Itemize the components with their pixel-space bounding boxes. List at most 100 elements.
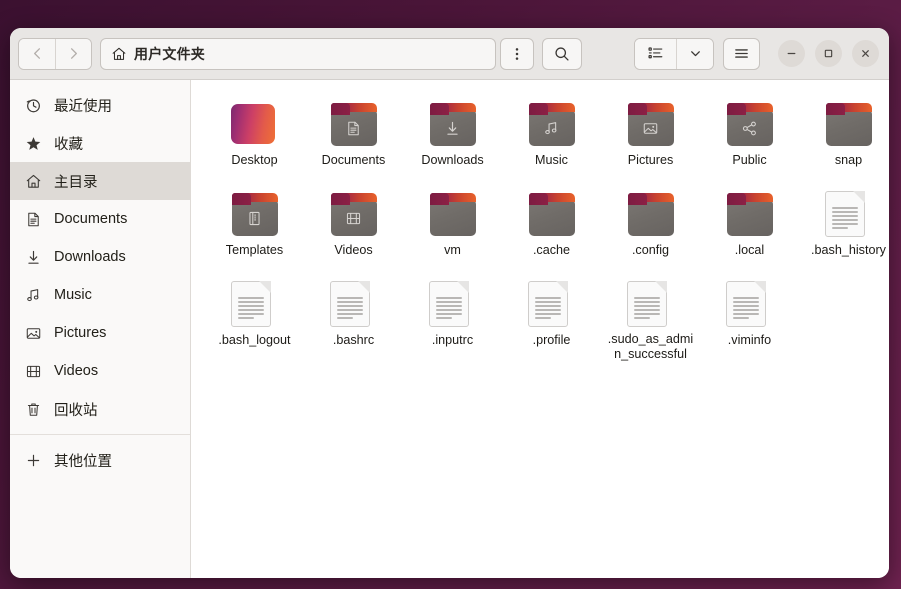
file-icon	[527, 280, 576, 328]
file-icon	[824, 190, 873, 238]
chevron-left-icon	[33, 48, 40, 59]
file-icon	[429, 100, 477, 148]
file-name: .config	[631, 243, 670, 257]
desktop-folder-icon	[230, 104, 275, 144]
file-item[interactable]: .viminfo	[700, 274, 799, 364]
folder-icon	[429, 193, 477, 237]
text-file-icon	[824, 191, 865, 237]
sidebar-item-label: Downloads	[54, 249, 126, 265]
file-icon	[726, 100, 774, 148]
text-file-icon	[428, 281, 469, 327]
sidebar-item-downloads[interactable]: Downloads	[10, 238, 190, 276]
file-item[interactable]: snap	[799, 94, 889, 184]
file-item[interactable]: Desktop	[205, 94, 304, 184]
path-label: 用户文件夹	[134, 45, 205, 62]
file-name: .bash_history	[811, 243, 886, 257]
file-name: .profile	[532, 333, 571, 347]
download-icon	[24, 248, 42, 266]
sidebar-item-收藏[interactable]: 收藏	[10, 124, 190, 162]
home-icon	[24, 172, 42, 190]
path-bar[interactable]: 用户文件夹	[100, 37, 496, 70]
text-file-icon	[527, 281, 568, 327]
file-item[interactable]: Music	[502, 94, 601, 184]
file-item[interactable]: .config	[601, 184, 700, 274]
document-icon	[24, 210, 42, 228]
file-name: .cache	[532, 243, 571, 257]
text-file-icon	[230, 281, 271, 327]
view-mode-group	[634, 37, 714, 70]
chevron-right-icon	[70, 48, 77, 59]
main-menu-button[interactable]	[723, 37, 760, 70]
folder-icon	[726, 193, 774, 237]
back-button[interactable]	[19, 38, 55, 69]
file-view[interactable]: Desktop Documents Downloads Music Pictures Pu…	[191, 80, 889, 578]
file-icon	[627, 100, 675, 148]
forward-button[interactable]	[55, 38, 91, 69]
clock-icon	[24, 96, 42, 114]
sidebar-item-pictures[interactable]: Pictures	[10, 314, 190, 352]
star-icon	[24, 134, 42, 152]
list-view-button[interactable]	[635, 38, 676, 69]
file-item[interactable]: .inputrc	[403, 274, 502, 364]
file-item[interactable]: .bash_logout	[205, 274, 304, 364]
file-name: .bash_logout	[218, 333, 291, 347]
navigation-button-group	[18, 37, 92, 70]
film-icon	[24, 362, 42, 380]
file-item[interactable]: .cache	[502, 184, 601, 274]
file-item[interactable]: vm	[403, 184, 502, 274]
file-icon	[230, 100, 279, 148]
file-icon	[231, 190, 279, 238]
file-name: Documents	[321, 153, 386, 167]
file-icon	[627, 190, 675, 238]
film-icon	[330, 200, 378, 236]
file-icon	[825, 100, 873, 148]
file-item[interactable]: Public	[700, 94, 799, 184]
file-name: Desktop	[231, 153, 278, 167]
sidebar-item-label: 收藏	[54, 136, 83, 153]
sidebar-item-主目录[interactable]: 主目录	[10, 162, 190, 200]
folder-icon	[528, 103, 576, 147]
file-name: Downloads	[421, 153, 484, 167]
close-icon	[862, 50, 869, 57]
search-button[interactable]	[542, 37, 582, 70]
folder-icon	[528, 193, 576, 237]
sidebar-item-最近使用[interactable]: 最近使用	[10, 86, 190, 124]
sidebar-item-回收站[interactable]: 回收站	[10, 390, 190, 428]
view-options-dropdown[interactable]	[676, 38, 713, 69]
file-item[interactable]: Documents	[304, 94, 403, 184]
file-item[interactable]: .sudo_as_admin_successful	[601, 274, 700, 364]
sidebar-item-label: Pictures	[54, 325, 107, 341]
file-icon	[230, 280, 279, 328]
sidebar-item-documents[interactable]: Documents	[10, 200, 190, 238]
file-item[interactable]: Downloads	[403, 94, 502, 184]
maximize-button[interactable]	[815, 40, 842, 67]
file-item[interactable]: Templates	[205, 184, 304, 274]
file-icon	[626, 280, 675, 327]
file-icon	[726, 190, 774, 238]
window-controls	[778, 40, 879, 67]
file-item[interactable]: Pictures	[601, 94, 700, 184]
file-icon	[725, 280, 774, 328]
window-body: 最近使用 收藏 主目录 Documents Downloads Music Pictures…	[10, 80, 889, 578]
sidebar-item-music[interactable]: Music	[10, 276, 190, 314]
file-item[interactable]: .profile	[502, 274, 601, 364]
image-icon	[24, 324, 42, 342]
folder-icon	[330, 103, 378, 147]
file-item[interactable]: .local	[700, 184, 799, 274]
vertical-dots-icon	[515, 47, 519, 60]
file-icon	[330, 100, 378, 148]
sidebar-item-other-locations[interactable]: 其他位置	[10, 441, 190, 479]
sidebar-item-label: Videos	[54, 363, 99, 379]
file-item[interactable]: Videos	[304, 184, 403, 274]
file-item[interactable]: .bashrc	[304, 274, 403, 364]
file-item[interactable]: .bash_history	[799, 184, 889, 274]
minimize-button[interactable]	[778, 40, 805, 67]
file-name: .sudo_as_admin_successful	[607, 332, 694, 362]
close-button[interactable]	[852, 40, 879, 67]
path-menu-button[interactable]	[500, 37, 534, 70]
sidebar-item-label: 主目录	[54, 174, 98, 191]
plus-icon	[24, 451, 42, 469]
sidebar-item-videos[interactable]: Videos	[10, 352, 190, 390]
header-bar: 用户文件夹	[10, 28, 889, 80]
file-name: snap	[834, 153, 863, 167]
